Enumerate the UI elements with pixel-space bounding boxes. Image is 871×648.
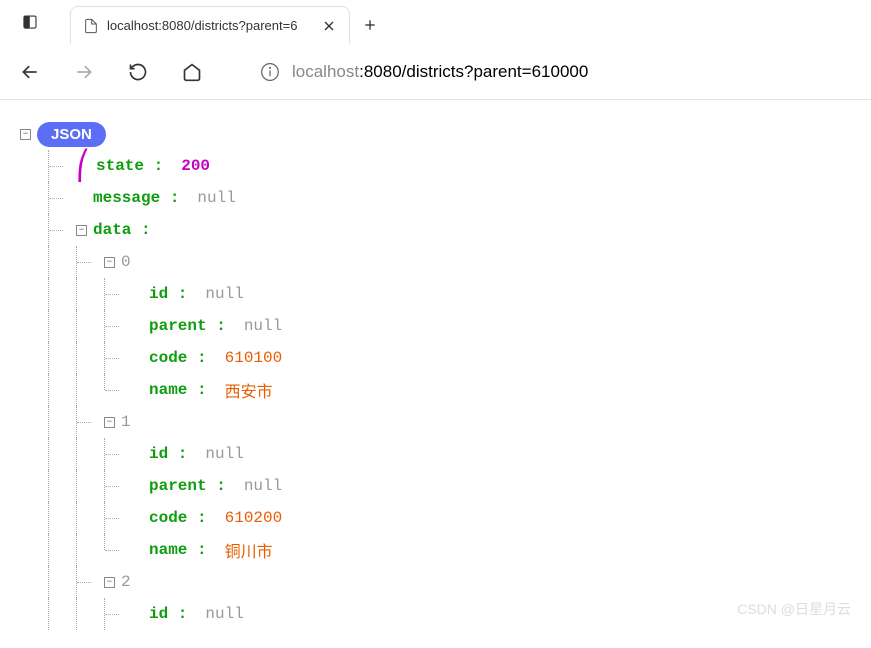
collapse-toggle[interactable]: − (76, 225, 87, 236)
json-value-string: 西安市 (225, 378, 273, 402)
json-value-null: null (205, 445, 243, 463)
new-tab-button[interactable] (350, 6, 390, 44)
json-key: name (149, 541, 207, 559)
json-key: state (96, 157, 163, 175)
open-brace-icon: ⎛ (76, 149, 90, 184)
browser-toolbar: localhost:8080/districts?parent=610000 (0, 44, 871, 100)
forward-button (66, 54, 102, 90)
browser-titlebar: localhost:8080/districts?parent=6 (0, 0, 871, 44)
collapse-toggle[interactable]: − (104, 417, 115, 428)
browser-tab[interactable]: localhost:8080/districts?parent=6 (70, 6, 350, 44)
json-value-string: 610100 (225, 349, 283, 367)
json-key: name (149, 381, 207, 399)
watermark-text: CSDN @日星月云 (737, 599, 851, 619)
back-button[interactable] (12, 54, 48, 90)
json-value-string: 610200 (225, 509, 283, 527)
json-key: data (93, 221, 151, 239)
json-key: message (93, 189, 179, 207)
collapse-toggle[interactable]: − (20, 129, 31, 140)
close-tab-icon[interactable] (321, 18, 337, 34)
json-value-string: 铜川市 (225, 538, 273, 562)
collapse-toggle[interactable]: − (104, 257, 115, 268)
json-value-null: null (244, 317, 282, 335)
collapse-toggle[interactable]: − (104, 577, 115, 588)
home-button[interactable] (174, 54, 210, 90)
json-key: code (149, 509, 207, 527)
json-key: parent (149, 317, 226, 335)
window-menu-icon[interactable] (0, 0, 60, 44)
array-index: 2 (121, 573, 131, 591)
json-value-number: 200 (181, 157, 210, 175)
page-icon (83, 18, 99, 34)
json-key: parent (149, 477, 226, 495)
json-key: id (149, 285, 187, 303)
info-icon[interactable] (260, 62, 280, 82)
array-index: 0 (121, 253, 131, 271)
json-value-null: null (205, 605, 243, 623)
address-bar[interactable]: localhost:8080/districts?parent=610000 (248, 54, 859, 90)
json-badge: JSON (37, 122, 106, 147)
json-value-null: null (244, 477, 282, 495)
json-viewer: − JSON ⎛ state 200 message null − data −… (0, 100, 871, 648)
reload-button[interactable] (120, 54, 156, 90)
json-value-null: null (205, 285, 243, 303)
url-text: localhost:8080/districts?parent=610000 (292, 62, 588, 82)
json-value-null: null (197, 189, 235, 207)
json-key: id (149, 445, 187, 463)
array-index: 1 (121, 413, 131, 431)
json-key: code (149, 349, 207, 367)
tab-title: localhost:8080/districts?parent=6 (107, 18, 313, 33)
json-key: id (149, 605, 187, 623)
